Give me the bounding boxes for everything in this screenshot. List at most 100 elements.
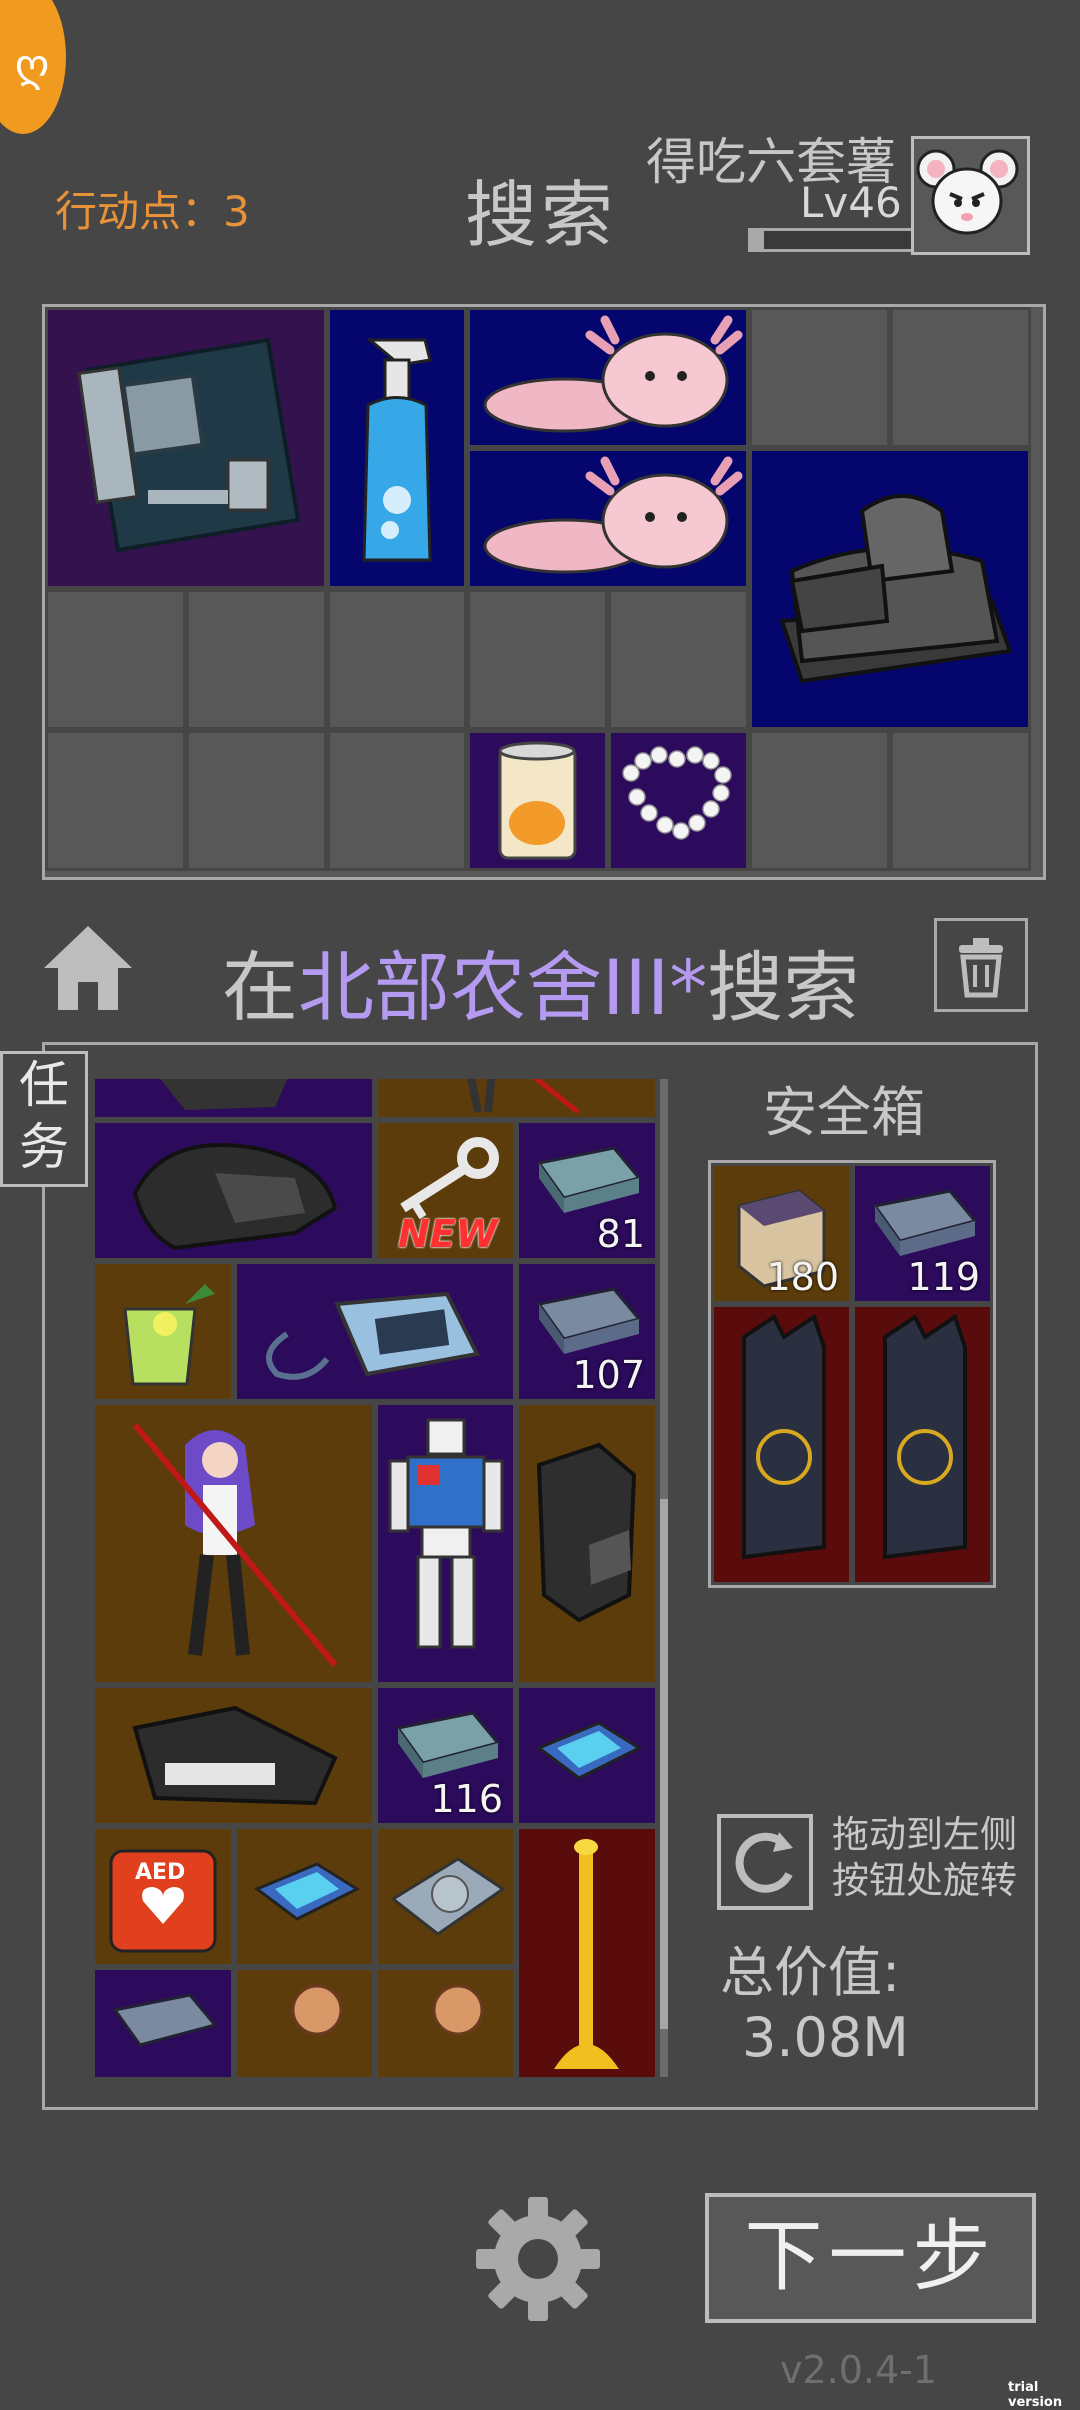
axolotl-plush-item[interactable] [467,448,749,589]
figure-legs-icon [467,1079,580,1114]
motherboard-icon [77,337,301,553]
empty-slot[interactable] [608,589,749,730]
empty-slot[interactable] [327,730,467,871]
armor-plate-item[interactable] [711,1304,852,1585]
item-quantity: 180 [766,1255,839,1299]
motherboard-item[interactable] [45,307,327,589]
empty-slot[interactable] [45,589,186,730]
empty-slot[interactable] [45,730,186,871]
cocktail-item[interactable] [92,1261,234,1402]
armor-plate-icon [742,1313,826,1560]
tactical-helmet-item[interactable] [92,1120,375,1261]
ssd-chip-item[interactable] [234,1826,375,1967]
empty-slot[interactable] [890,730,1031,871]
eraser-item[interactable]: 107 [516,1261,658,1402]
hard-drive-item[interactable] [375,1826,516,1967]
crate-item[interactable]: 180 [711,1163,852,1304]
item-quantity: 81 [596,1212,645,1256]
weapon-part-icon [132,1705,338,1806]
trash-icon [959,938,1003,998]
discard-button[interactable] [934,918,1028,1012]
task-tab[interactable]: 任务 [0,1051,88,1187]
next-step-button[interactable]: 下一步 [705,2193,1036,2323]
total-value-label: 总价值: [720,1941,901,2004]
empty-slot[interactable] [327,589,467,730]
ssd-chip-item[interactable] [516,1685,658,1826]
page-title: 搜索 [465,173,618,257]
aed-label: AED [135,1860,185,1885]
armor-plate-icon [536,1442,637,1623]
empty-slot[interactable] [467,589,608,730]
home-button[interactable] [38,918,138,1018]
inventory-item[interactable] [92,1079,375,1120]
xp-bar-fill [751,231,764,249]
loot-grid [42,304,1046,880]
trial-watermark: trial version [1008,2380,1063,2410]
duffel-bag-item[interactable] [749,448,1031,730]
copper-key-icon [291,1984,343,2036]
dark-gadget-icon [160,1079,288,1110]
spray-bottle-icon [362,338,432,562]
home-icon [44,926,132,1010]
empty-slot[interactable] [749,730,890,871]
axolotl-plush-icon [483,315,743,433]
settings-button[interactable] [472,2193,604,2325]
location-title: 在北部农舍III*搜索 [222,926,859,1036]
xp-bar [748,228,914,252]
location-name: 北部农舍III* [298,943,708,1032]
armor-plate-icon [883,1313,967,1560]
armor-plate-item[interactable] [516,1402,658,1685]
weapon-part-item[interactable] [92,1685,375,1826]
ssd-chip-icon [254,1862,361,1921]
key-item[interactable]: NEW [375,1120,516,1261]
inventory-item[interactable] [375,1079,658,1120]
canned-peach-item[interactable] [467,730,608,871]
item-quantity: 119 [907,1255,980,1299]
rotate-icon [735,1832,793,1893]
eraser-item[interactable]: 116 [375,1685,516,1826]
eraser-item[interactable]: 119 [852,1163,993,1304]
item-quantity: 116 [430,1777,503,1821]
player-inventory[interactable]: NEW 81 107 116 AED [92,1079,658,2077]
location-prefix: 在 [222,943,298,1032]
eraser-item[interactable]: 81 [516,1120,658,1261]
anime-figure-item[interactable] [92,1402,375,1685]
axolotl-plush-item[interactable] [467,307,749,448]
rotate-hint: 拖动到左侧 按钮处旋转 [832,1813,1017,1902]
canned-peach-icon [498,741,577,860]
eraser-item[interactable] [92,1967,234,2077]
tentacle-logo-icon: ღ [14,40,50,91]
empty-slot[interactable] [186,730,327,871]
empty-slot[interactable] [186,589,327,730]
golden-rod-item[interactable] [516,1826,658,2077]
cocktail-icon [123,1284,215,1386]
item-quantity: 107 [572,1353,645,1397]
ssd-chip-icon [536,1721,643,1780]
action-points: 行动点：3 [55,187,250,236]
empty-slot[interactable] [749,307,890,448]
inventory-scrollbar[interactable] [660,1079,668,2077]
pearl-necklace-item[interactable] [608,730,749,871]
eraser-icon [112,1993,218,2047]
scrollbar-thumb[interactable] [660,1499,668,2029]
rotate-button[interactable] [717,1814,813,1910]
copper-key-item[interactable] [234,1967,375,2077]
location-suffix: 搜索 [707,943,860,1032]
safe-box-title: 安全箱 [763,1081,925,1144]
helmet-icon [132,1143,338,1251]
anime-figure-icon [132,1423,338,1667]
robot-figure-item[interactable] [375,1402,516,1685]
aed-item[interactable]: AED [92,1826,234,1967]
golden-rod-icon [554,1839,619,2069]
new-badge: NEW [398,1212,498,1256]
pager-device-item[interactable] [234,1261,516,1402]
aed-icon: AED [109,1849,217,1953]
empty-slot[interactable] [890,307,1031,448]
copper-key-item[interactable] [375,1967,516,2077]
robot-figure-icon [388,1418,504,1649]
spray-bottle-item[interactable] [327,307,467,589]
safe-box-grid: 180 119 [708,1160,996,1588]
armor-plate-item[interactable] [852,1304,993,1585]
hard-drive-icon [390,1857,506,1936]
avatar[interactable] [911,136,1030,255]
